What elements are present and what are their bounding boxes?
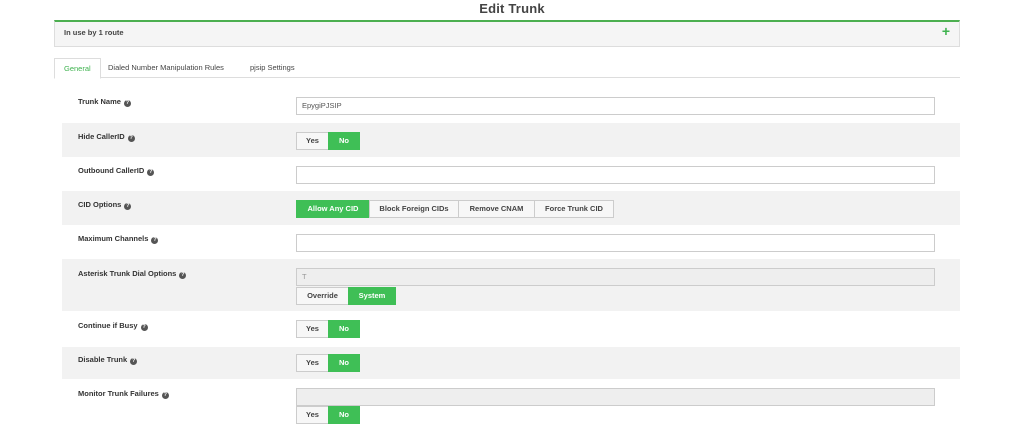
dial-options-override-button[interactable]: Override — [296, 287, 349, 305]
dial-options-toggle: Override System — [296, 287, 396, 305]
hide-callerid-label: Hide CallerID? — [78, 132, 135, 142]
monitor-trunk-failures-yes-button[interactable]: Yes — [296, 406, 329, 424]
disable-trunk-no-button[interactable]: No — [328, 354, 360, 372]
dial-options-system-button[interactable]: System — [348, 287, 396, 305]
row-hide-callerid: Hide CallerID? Yes No — [62, 123, 960, 157]
help-icon[interactable]: ? — [123, 100, 131, 107]
help-icon[interactable]: ? — [179, 272, 187, 279]
help-icon[interactable]: ? — [147, 169, 155, 176]
hide-callerid-toggle: Yes No — [296, 132, 360, 150]
tab-pjsip-settings[interactable]: pjsip Settings — [241, 58, 304, 78]
tab-bar: General Dialed Number Manipulation Rules… — [54, 58, 960, 79]
continue-if-busy-yes-button[interactable]: Yes — [296, 320, 329, 338]
continue-if-busy-toggle: Yes No — [296, 320, 360, 338]
row-dial-options: Asterisk Trunk Dial Options? T Override … — [62, 259, 960, 311]
trunk-name-label: Trunk Name? — [78, 97, 131, 107]
tab-dialed-number-manipulation-rules[interactable]: Dialed Number Manipulation Rules — [99, 58, 233, 78]
usage-panel[interactable]: In use by 1 route + — [54, 20, 960, 47]
hide-callerid-no-button[interactable]: No — [328, 132, 360, 150]
cid-options-group: Allow Any CID Block Foreign CIDs Remove … — [296, 200, 614, 218]
monitor-trunk-failures-toggle: Yes No — [296, 406, 360, 424]
cid-block-foreign-button[interactable]: Block Foreign CIDs — [369, 200, 459, 218]
help-icon[interactable]: ? — [140, 324, 148, 331]
disable-trunk-toggle: Yes No — [296, 354, 360, 372]
continue-if-busy-no-button[interactable]: No — [328, 320, 360, 338]
row-maximum-channels: Maximum Channels? — [62, 225, 960, 259]
usage-text: In use by 1 route — [64, 28, 124, 37]
trunk-name-input[interactable]: EpygiPJSIP — [296, 97, 935, 115]
outbound-callerid-label: Outbound CallerID? — [78, 166, 155, 176]
tab-general[interactable]: General — [54, 58, 101, 79]
disable-trunk-label: Disable Trunk? — [78, 355, 138, 365]
continue-if-busy-label: Continue if Busy? — [78, 321, 148, 331]
help-icon[interactable]: ? — [130, 358, 138, 365]
dial-options-input[interactable]: T — [296, 268, 935, 286]
row-cid-options: CID Options? Allow Any CID Block Foreign… — [62, 191, 960, 225]
disable-trunk-yes-button[interactable]: Yes — [296, 354, 329, 372]
help-icon[interactable]: ? — [124, 203, 132, 210]
dial-options-label: Asterisk Trunk Dial Options? — [78, 269, 187, 279]
cid-remove-cnam-button[interactable]: Remove CNAM — [458, 200, 535, 218]
cid-options-label: CID Options? — [78, 200, 132, 210]
cid-force-trunk-button[interactable]: Force Trunk CID — [534, 200, 614, 218]
row-disable-trunk: Disable Trunk? Yes No — [62, 347, 960, 379]
row-continue-if-busy: Continue if Busy? Yes No — [62, 311, 960, 347]
monitor-trunk-failures-label: Monitor Trunk Failures? — [78, 389, 169, 399]
cid-allow-any-button[interactable]: Allow Any CID — [296, 200, 370, 218]
outbound-callerid-input[interactable] — [296, 166, 935, 184]
expand-plus-icon[interactable]: + — [942, 23, 950, 39]
maximum-channels-label: Maximum Channels? — [78, 234, 159, 244]
row-monitor-trunk-failures: Monitor Trunk Failures? Yes No — [62, 379, 960, 442]
hide-callerid-yes-button[interactable]: Yes — [296, 132, 329, 150]
maximum-channels-input[interactable] — [296, 234, 935, 252]
monitor-trunk-failures-no-button[interactable]: No — [328, 406, 360, 424]
monitor-trunk-failures-input[interactable] — [296, 388, 935, 406]
page-title: Edit Trunk — [479, 1, 545, 16]
help-icon[interactable]: ? — [151, 237, 159, 244]
row-trunk-name: Trunk Name? EpygiPJSIP — [62, 89, 960, 121]
row-outbound-callerid: Outbound CallerID? — [62, 157, 960, 191]
help-icon[interactable]: ? — [161, 392, 169, 399]
help-icon[interactable]: ? — [127, 135, 135, 142]
